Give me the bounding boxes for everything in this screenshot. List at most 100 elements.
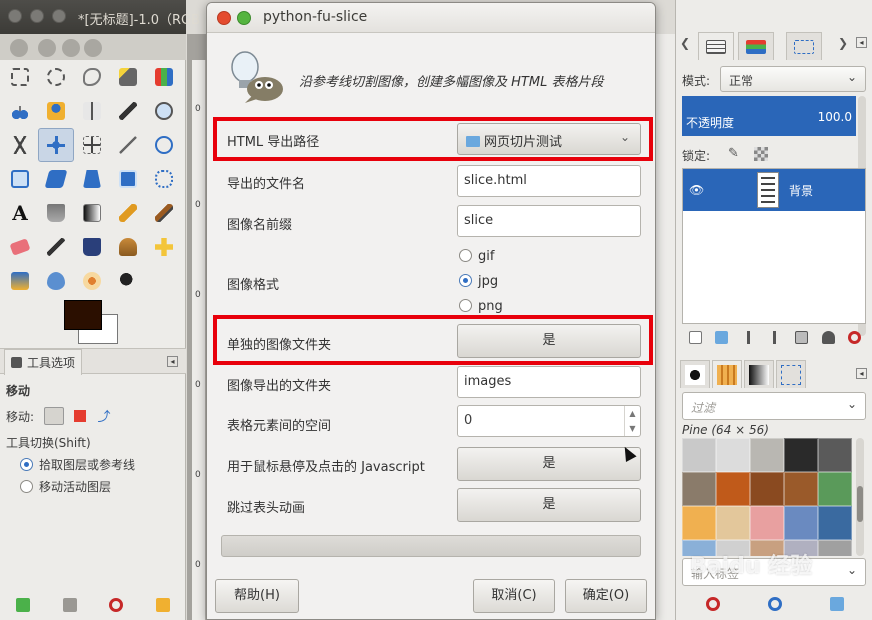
tab-brushes[interactable]: [680, 360, 710, 388]
bucket-fill-icon[interactable]: [38, 196, 74, 230]
zoom-icon[interactable]: [146, 94, 182, 128]
move-active-radio-dot[interactable]: [20, 480, 33, 493]
pattern-swatch[interactable]: [750, 438, 784, 472]
anchor-layer-icon[interactable]: [821, 330, 835, 344]
crop-icon[interactable]: [110, 128, 146, 162]
filename-input[interactable]: slice.html: [457, 165, 641, 197]
scale-icon[interactable]: [2, 162, 38, 196]
help-button[interactable]: 帮助(H): [215, 579, 299, 613]
pick-layer-radio[interactable]: 拾取图层或参考线: [20, 456, 135, 473]
format-radio-png-dot[interactable]: [459, 299, 472, 312]
pattern-swatch[interactable]: [716, 506, 750, 540]
rect-select-icon[interactable]: [2, 60, 38, 94]
patterns-menu-icon[interactable]: ◂: [856, 368, 867, 379]
move-path-mode-icon[interactable]: ⤴: [98, 406, 111, 425]
duplicate-layer-icon[interactable]: [795, 330, 809, 344]
tab-layers[interactable]: [698, 32, 734, 60]
shear-icon[interactable]: [38, 162, 74, 196]
color-picker-icon[interactable]: [110, 94, 146, 128]
format-radio-jpg[interactable]: jpg: [459, 274, 498, 289]
pattern-swatch[interactable]: [818, 438, 852, 472]
dialog-maximize-button[interactable]: [237, 11, 251, 25]
paths-icon[interactable]: [74, 94, 110, 128]
perspective-clone-icon[interactable]: [2, 264, 38, 298]
spinner-arrows[interactable]: ▲ ▼: [624, 406, 640, 436]
save-options-icon[interactable]: [16, 598, 31, 612]
ink-icon[interactable]: [74, 230, 110, 264]
raise-layer-icon[interactable]: [741, 330, 755, 344]
foreground-color[interactable]: [64, 300, 102, 330]
pattern-filter-combo[interactable]: 过滤 ⌄: [682, 392, 866, 420]
new-layer-icon[interactable]: [688, 330, 702, 344]
lock-alpha-icon[interactable]: [754, 147, 768, 161]
format-radio-png[interactable]: png: [459, 299, 503, 314]
scissors-icon[interactable]: [2, 94, 38, 128]
cell-space-spinner[interactable]: 0 ▲ ▼: [457, 405, 641, 437]
format-radio-gif-dot[interactable]: [459, 249, 472, 262]
pattern-swatch[interactable]: [682, 438, 716, 472]
pattern-swatch[interactable]: [784, 472, 818, 506]
pattern-swatch[interactable]: [682, 506, 716, 540]
perspective-icon[interactable]: [74, 162, 110, 196]
pattern-swatch[interactable]: [784, 438, 818, 472]
canvas-vertical-scrollbar[interactable]: [655, 34, 675, 620]
clone-icon[interactable]: [110, 230, 146, 264]
blur-icon[interactable]: [38, 264, 74, 298]
patterns-scrollbar[interactable]: [856, 438, 864, 556]
tab-patterns[interactable]: [712, 360, 742, 388]
maximize-window-button[interactable]: [52, 9, 66, 23]
rotate-icon[interactable]: [146, 128, 182, 162]
align-icon[interactable]: [74, 128, 110, 162]
delete-options-icon[interactable]: [109, 598, 124, 612]
format-radio-gif[interactable]: gif: [459, 249, 494, 264]
dialog-close-button[interactable]: [217, 11, 231, 25]
eraser-icon[interactable]: [2, 230, 38, 264]
pattern-swatch[interactable]: [784, 506, 818, 540]
airbrush-icon[interactable]: [38, 230, 74, 264]
dock-menu-icon[interactable]: ◂: [856, 37, 867, 48]
flip-icon[interactable]: [110, 162, 146, 196]
ok-button[interactable]: 确定(O): [565, 579, 647, 613]
blend-icon[interactable]: [74, 196, 110, 230]
tabs-scroll-right-icon[interactable]: ❯: [838, 36, 848, 50]
color-swatches[interactable]: [60, 300, 120, 345]
text-icon[interactable]: A: [2, 196, 38, 230]
image-folder-input[interactable]: images: [457, 366, 641, 398]
ellipse-select-icon[interactable]: [38, 60, 74, 94]
lock-pixels-icon[interactable]: ✎: [728, 146, 739, 161]
delete-pattern-icon[interactable]: [706, 597, 720, 611]
move-layer-mode-icon[interactable]: [43, 407, 64, 425]
layer-row[interactable]: 👁 背景: [683, 169, 865, 211]
close-window-button[interactable]: [8, 9, 22, 23]
pattern-swatch[interactable]: [818, 506, 852, 540]
open-pattern-folder-icon[interactable]: [830, 597, 844, 611]
color-select-icon[interactable]: [146, 60, 182, 94]
tabs-scroll-left-icon[interactable]: ❮: [680, 36, 690, 50]
panel-menu-icon[interactable]: ◂: [167, 356, 178, 367]
foreground-select-icon[interactable]: [38, 94, 74, 128]
measure-icon[interactable]: [2, 128, 38, 162]
tab-channels[interactable]: [738, 32, 774, 60]
reset-options-icon[interactable]: [155, 598, 170, 612]
move-tool-icon[interactable]: [38, 128, 74, 162]
pattern-swatch[interactable]: [716, 438, 750, 472]
pattern-swatch[interactable]: [716, 472, 750, 506]
pattern-swatch[interactable]: [818, 540, 852, 556]
minimize-window-button[interactable]: [30, 9, 44, 23]
prefix-input[interactable]: slice: [457, 205, 641, 237]
smudge-icon[interactable]: [74, 264, 110, 298]
paintbrush-icon[interactable]: [146, 196, 182, 230]
move-active-radio[interactable]: 移动活动图层: [20, 478, 111, 495]
pattern-swatch[interactable]: [682, 472, 716, 506]
eye-icon[interactable]: 👁: [689, 183, 704, 197]
cage-icon[interactable]: [146, 162, 182, 196]
free-select-icon[interactable]: [74, 60, 110, 94]
heal-icon[interactable]: [146, 230, 182, 264]
refresh-patterns-icon[interactable]: [768, 597, 782, 611]
pick-layer-radio-dot[interactable]: [20, 458, 33, 471]
pencil-icon[interactable]: [110, 196, 146, 230]
restore-options-icon[interactable]: [62, 598, 77, 612]
fuzzy-select-icon[interactable]: [110, 60, 146, 94]
layer-group-icon[interactable]: [715, 330, 729, 344]
pattern-swatch[interactable]: [818, 472, 852, 506]
